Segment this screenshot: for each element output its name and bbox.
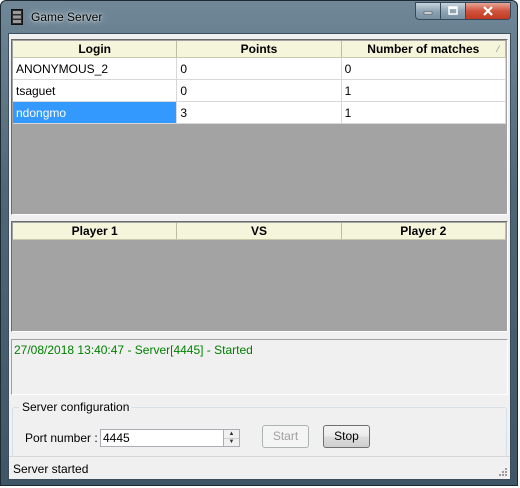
title-bar[interactable]: Game Server (1, 1, 517, 33)
column-header-login[interactable]: Login (13, 41, 178, 57)
maximize-icon (448, 6, 458, 15)
column-header-matches-label: Number of matches (367, 42, 480, 56)
game-server-window: Game Server Login Points Number of match… (0, 0, 518, 486)
maximize-button[interactable] (441, 2, 466, 20)
close-icon (483, 6, 493, 16)
matches-header-row: Player 1 VS Player 2 (13, 223, 506, 240)
minimize-icon (423, 11, 433, 15)
column-header-matches[interactable]: Number of matches ⁄ (342, 41, 506, 57)
players-rows: ANONYMOUS_2 0 0 tsaguet 0 1 ndongmo 3 1 (13, 58, 506, 124)
cell-matches[interactable]: 1 (341, 80, 506, 102)
server-config-group: Server configuration Port number : ▲ ▼ S… (12, 400, 507, 457)
window-title: Game Server (31, 10, 103, 24)
cell-login[interactable]: tsaguet (13, 80, 178, 102)
caption-buttons (415, 2, 511, 22)
spin-down-arrow-icon[interactable]: ▼ (224, 438, 239, 446)
cell-login[interactable]: ANONYMOUS_2 (13, 58, 178, 80)
players-grid-body: Login Points Number of matches ⁄ ANONYMO… (13, 41, 506, 213)
cell-points[interactable]: 3 (177, 102, 342, 124)
close-button[interactable] (466, 2, 511, 20)
port-number-input[interactable] (100, 429, 225, 447)
log-textbox[interactable]: 27/08/2018 13:40:47 - Server[4445] - Sta… (11, 339, 508, 395)
column-header-player2[interactable]: Player 2 (342, 223, 506, 239)
cell-points[interactable]: 0 (177, 58, 342, 80)
resize-grip-icon[interactable] (498, 467, 508, 477)
sort-icon: ⁄ (497, 44, 499, 54)
stop-button[interactable]: Stop (323, 425, 370, 448)
players-header-row: Login Points Number of matches ⁄ (13, 41, 506, 58)
client-area: Login Points Number of matches ⁄ ANONYMO… (8, 33, 511, 480)
table-row[interactable]: tsaguet 0 1 (13, 80, 506, 102)
column-header-vs[interactable]: VS (177, 223, 342, 239)
port-spinner[interactable]: ▲ ▼ (223, 429, 240, 447)
minimize-button[interactable] (415, 2, 441, 20)
matches-grid-body: Player 1 VS Player 2 (13, 223, 506, 330)
column-header-player1[interactable]: Player 1 (13, 223, 178, 239)
table-row[interactable]: ndongmo 3 1 (13, 102, 506, 124)
log-line: 27/08/2018 13:40:47 - Server[4445] - Sta… (14, 343, 253, 357)
table-row[interactable]: ANONYMOUS_2 0 0 (13, 58, 506, 80)
port-label: Port number : (25, 431, 98, 445)
server-config-title: Server configuration (19, 400, 133, 414)
column-header-points[interactable]: Points (177, 41, 342, 57)
status-text: Server started (13, 462, 89, 476)
matches-grid[interactable]: Player 1 VS Player 2 (11, 221, 508, 332)
start-button[interactable]: Start (262, 425, 309, 448)
cell-login[interactable]: ndongmo (13, 102, 178, 124)
status-bar: Server started (9, 456, 510, 479)
cell-points[interactable]: 0 (177, 80, 342, 102)
players-grid[interactable]: Login Points Number of matches ⁄ ANONYMO… (11, 39, 508, 215)
cell-matches[interactable]: 0 (341, 58, 506, 80)
cell-matches[interactable]: 1 (341, 102, 506, 124)
app-icon (11, 9, 23, 25)
